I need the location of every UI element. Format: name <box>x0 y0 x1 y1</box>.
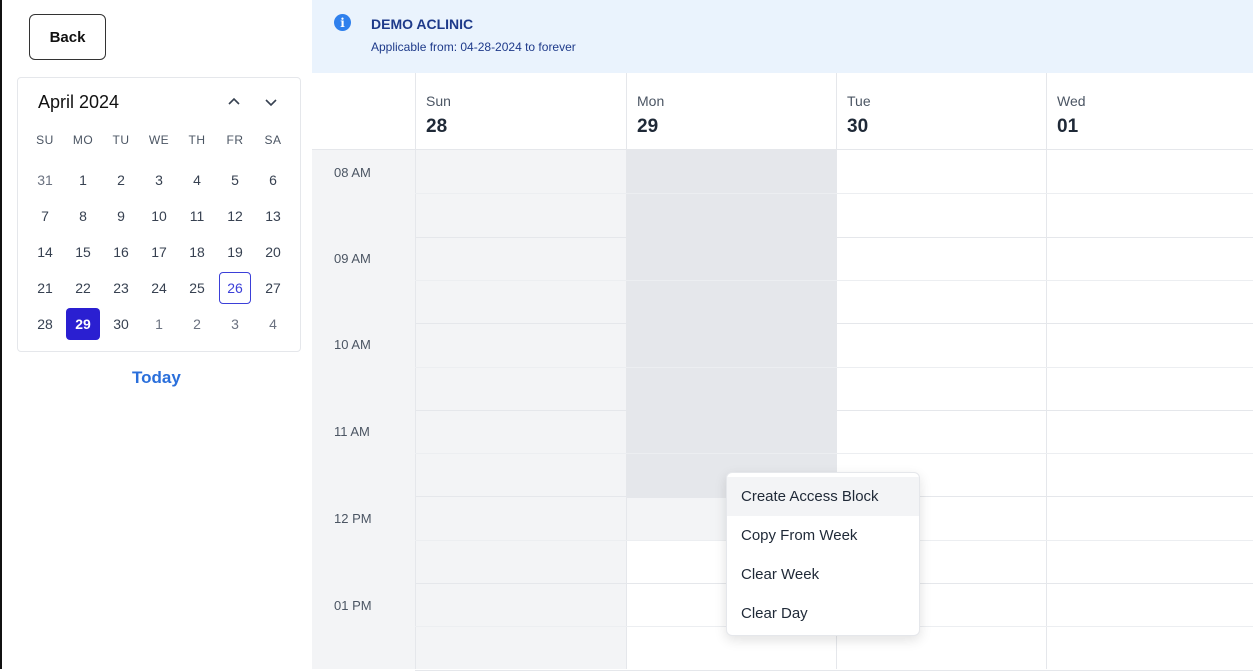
calendar-day[interactable]: 3 <box>216 308 254 340</box>
day-number: 30 <box>847 116 869 137</box>
info-banner: i DEMO ACLINIC Applicable from: 04-28-20… <box>312 0 1253 73</box>
calendar-day[interactable]: 27 <box>254 272 292 304</box>
weekday-label: TU <box>112 133 130 147</box>
calendar-day[interactable]: 7 <box>26 200 64 232</box>
banner-subtitle: Applicable from: 04-28-2024 to forever <box>371 40 576 54</box>
calendar-day[interactable]: 4 <box>254 308 292 340</box>
today-link[interactable]: Today <box>132 368 181 388</box>
calendar-week-row: 28 29 30 1 2 3 4 <box>26 306 292 342</box>
calendar-day[interactable]: 1 <box>64 164 102 196</box>
day-header-sun[interactable]: Sun 28 <box>415 73 626 150</box>
context-menu: Create Access Block Copy From Week Clear… <box>726 472 920 636</box>
time-label: 01 PM <box>334 598 372 613</box>
selected-time-range[interactable] <box>627 150 836 498</box>
calendar-day[interactable]: 3 <box>140 164 178 196</box>
calendar-day[interactable]: 18 <box>178 236 216 268</box>
chevron-up-icon[interactable] <box>224 92 244 112</box>
day-number: 28 <box>426 116 448 137</box>
day-number: 01 <box>1057 116 1079 137</box>
gutter-header <box>312 73 415 150</box>
grid-line <box>415 410 1253 411</box>
calendar-weeks: 31 1 2 3 4 5 6 7 8 9 10 11 12 13 14 15 16 17 18 19 20 21 22 23 2… <box>26 162 292 342</box>
calendar-day[interactable]: 24 <box>140 272 178 304</box>
calendar-day[interactable]: 1 <box>140 308 178 340</box>
calendar-day[interactable]: 14 <box>26 236 64 268</box>
calendar-day[interactable]: 30 <box>102 308 140 340</box>
weekday-label: TH <box>188 133 206 147</box>
calendar-week-row: 14 15 16 17 18 19 20 <box>26 234 292 270</box>
calendar-day[interactable]: 21 <box>26 272 64 304</box>
calendar-day[interactable]: 4 <box>178 164 216 196</box>
calendar-day[interactable]: 31 <box>26 164 64 196</box>
day-header-mon[interactable]: Mon 29 <box>626 73 836 150</box>
calendar-day[interactable]: 11 <box>178 200 216 232</box>
grid-line <box>415 453 1253 454</box>
copy-from-week-item[interactable]: Copy From Week <box>727 516 919 555</box>
calendar-day[interactable]: 8 <box>64 200 102 232</box>
calendar-day[interactable]: 23 <box>102 272 140 304</box>
calendar-day[interactable]: 19 <box>216 236 254 268</box>
calendar-day[interactable]: 28 <box>26 308 64 340</box>
day-name: Tue <box>847 93 871 109</box>
calendar-day[interactable]: 2 <box>102 164 140 196</box>
day-name: Mon <box>637 93 665 109</box>
time-label: 10 AM <box>334 337 371 352</box>
time-gutter <box>312 73 415 669</box>
grid-line <box>415 280 1253 281</box>
info-icon: i <box>334 14 351 31</box>
weekday-label: SA <box>264 133 282 147</box>
day-number: 29 <box>637 116 659 137</box>
create-access-block-item[interactable]: Create Access Block <box>727 477 919 516</box>
back-button[interactable]: Back <box>29 14 106 60</box>
grid-line <box>415 193 1253 194</box>
mini-calendar: April 2024 SU MO TU WE TH FR SA 31 1 2 3 4 5 6… <box>17 77 301 352</box>
app-frame: Back April 2024 SU MO TU WE TH FR SA 31 … <box>0 0 1253 671</box>
day-name: Sun <box>426 93 451 109</box>
banner-title: DEMO ACLINIC <box>371 16 474 32</box>
calendar-day[interactable]: 29 <box>66 308 100 340</box>
left-panel: Back April 2024 SU MO TU WE TH FR SA 31 … <box>2 0 312 669</box>
calendar-week-row: 7 8 9 10 11 12 13 <box>26 198 292 234</box>
time-label: 08 AM <box>334 165 371 180</box>
calendar-day[interactable]: 9 <box>102 200 140 232</box>
calendar-day[interactable]: 17 <box>140 236 178 268</box>
time-label: 09 AM <box>334 251 371 266</box>
weekday-header-row: SU MO TU WE TH FR SA <box>26 132 292 148</box>
calendar-day[interactable]: 13 <box>254 200 292 232</box>
weekday-label: MO <box>72 133 94 147</box>
day-header-tue[interactable]: Tue 30 <box>836 73 1046 150</box>
calendar-day[interactable]: 26 <box>219 272 251 304</box>
time-label: 11 AM <box>334 424 370 439</box>
time-label: 12 PM <box>334 511 372 526</box>
chevron-down-icon[interactable] <box>261 92 281 112</box>
calendar-day[interactable]: 5 <box>216 164 254 196</box>
calendar-day[interactable]: 22 <box>64 272 102 304</box>
clear-day-item[interactable]: Clear Day <box>727 594 919 633</box>
grid-line <box>415 367 1253 368</box>
calendar-day[interactable]: 25 <box>178 272 216 304</box>
calendar-day[interactable]: 12 <box>216 200 254 232</box>
calendar-day[interactable]: 6 <box>254 164 292 196</box>
grid-line <box>415 237 1253 238</box>
day-header-wed[interactable]: Wed 01 <box>1046 73 1253 150</box>
calendar-day[interactable]: 2 <box>178 308 216 340</box>
calendar-grid: SU MO TU WE TH FR SA 31 1 2 3 4 5 6 7 8 9 10 11 12 13… <box>26 133 292 342</box>
day-name: Wed <box>1057 93 1086 109</box>
grid-line <box>415 323 1253 324</box>
calendar-day[interactable]: 20 <box>254 236 292 268</box>
calendar-day[interactable]: 16 <box>102 236 140 268</box>
weekday-label: WE <box>148 133 170 147</box>
calendar-month-label: April 2024 <box>38 92 120 112</box>
clear-week-item[interactable]: Clear Week <box>727 555 919 594</box>
weekday-label: SU <box>36 133 54 147</box>
calendar-day[interactable]: 10 <box>140 200 178 232</box>
calendar-day[interactable]: 15 <box>64 236 102 268</box>
weekday-label: FR <box>226 133 244 147</box>
calendar-week-row: 21 22 23 24 25 26 27 <box>26 270 292 306</box>
calendar-week-row: 31 1 2 3 4 5 6 <box>26 162 292 198</box>
